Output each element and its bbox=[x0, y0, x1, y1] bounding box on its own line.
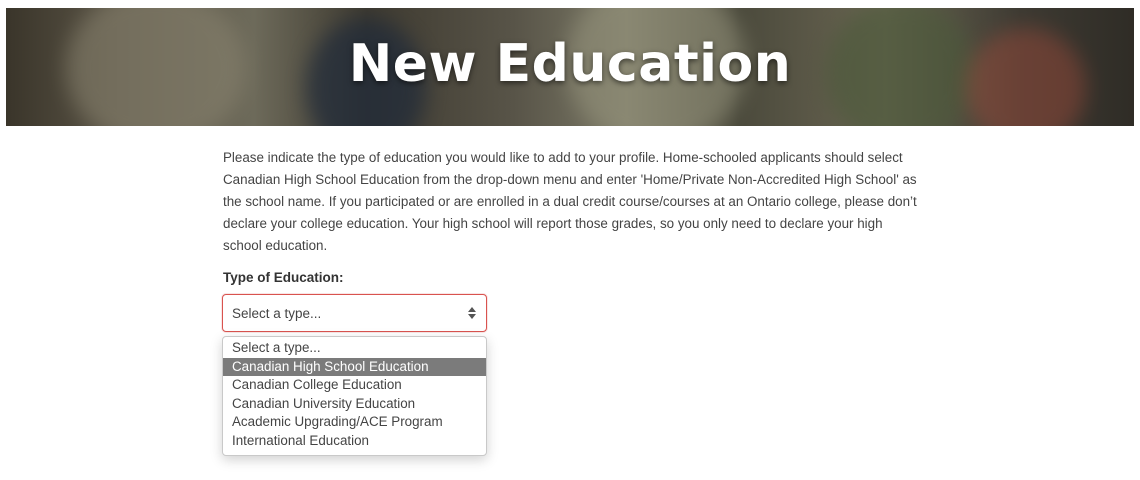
option-academic-upgrading[interactable]: Academic Upgrading/ACE Program bbox=[223, 413, 486, 432]
sort-arrows-icon bbox=[468, 307, 476, 319]
option-canadian-high-school[interactable]: Canadian High School Education bbox=[223, 357, 486, 376]
intro-paragraph: Please indicate the type of education yo… bbox=[223, 150, 917, 253]
type-of-education-dropdown: Select a type... Canadian High School Ed… bbox=[222, 336, 487, 456]
type-of-education-select[interactable]: Select a type... bbox=[222, 294, 487, 332]
option-canadian-college[interactable]: Canadian College Education bbox=[223, 376, 486, 395]
type-of-education-label: Type of Education: bbox=[223, 270, 344, 285]
hero-banner: New Education bbox=[6, 8, 1134, 126]
select-current-value: Select a type... bbox=[232, 306, 322, 321]
option-canadian-university[interactable]: Canadian University Education bbox=[223, 395, 486, 414]
option-international[interactable]: International Education bbox=[223, 432, 486, 451]
intro-section: Please indicate the type of education yo… bbox=[223, 147, 923, 257]
page-title: New Education bbox=[348, 34, 792, 94]
option-select-a-type[interactable]: Select a type... bbox=[223, 339, 486, 358]
